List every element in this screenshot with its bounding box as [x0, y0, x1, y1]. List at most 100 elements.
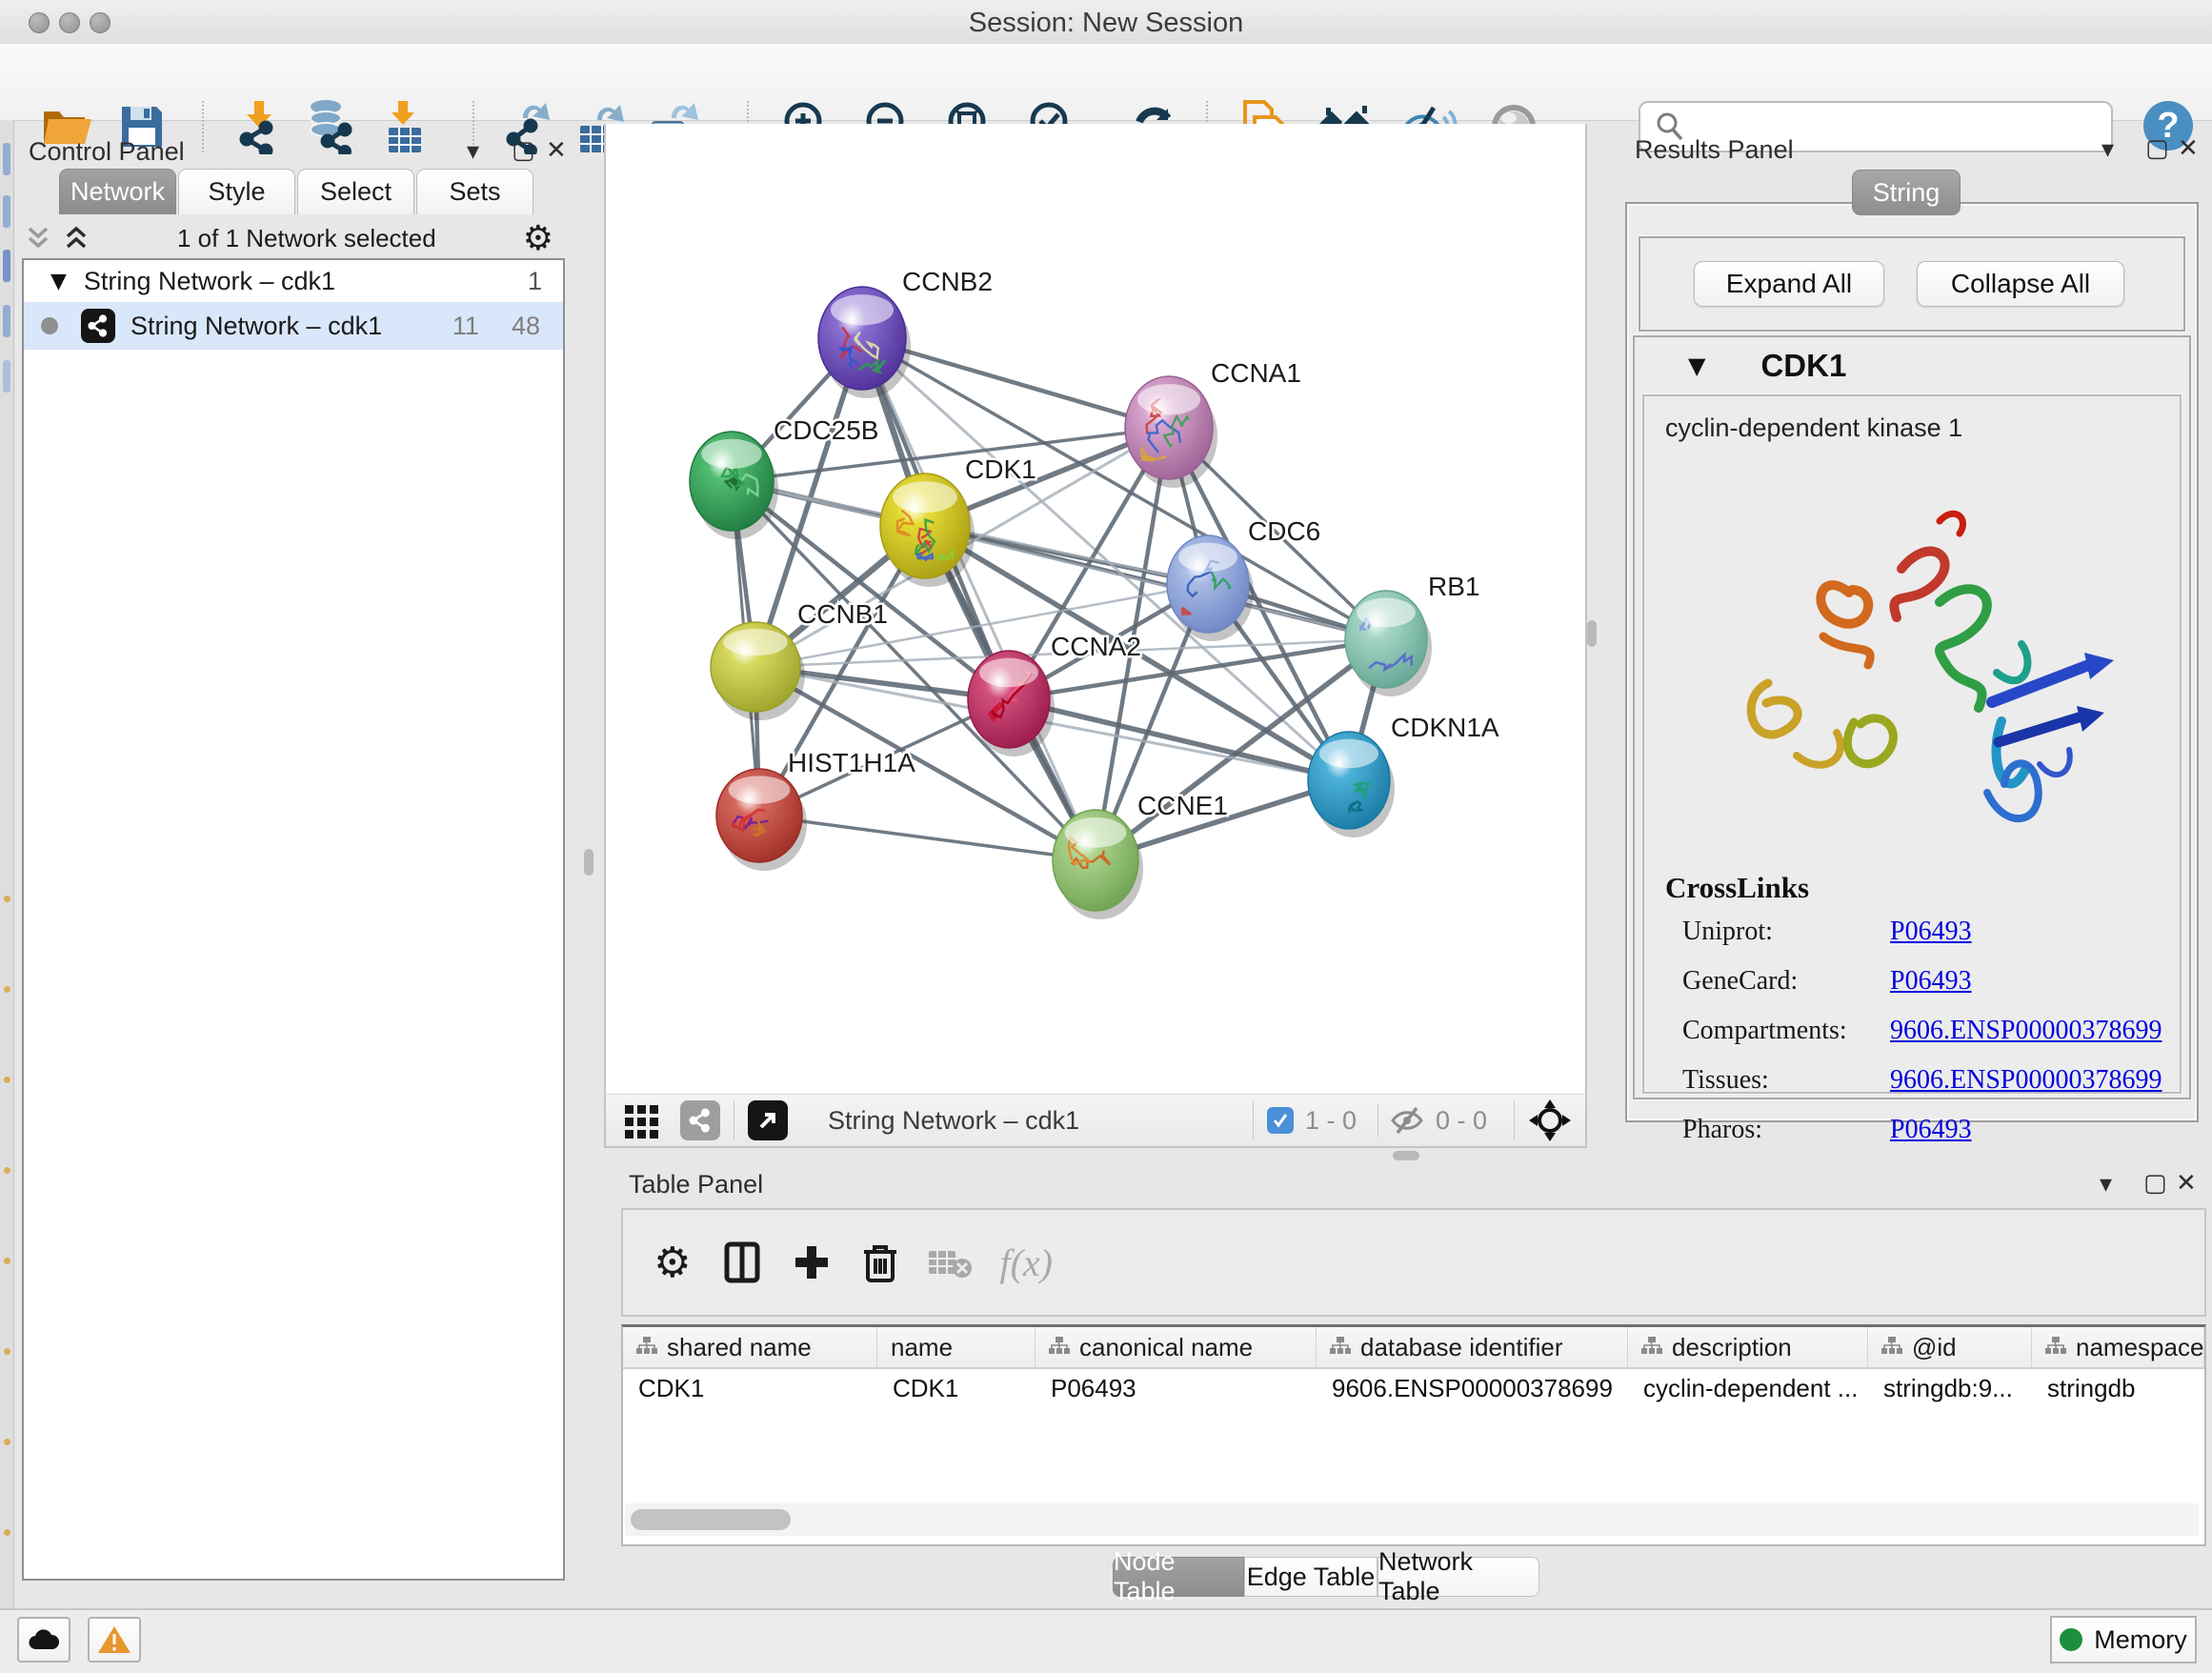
warnings-button[interactable] — [88, 1617, 141, 1663]
table-hscrollbar-thumb[interactable] — [631, 1509, 791, 1530]
gene-collapse-icon[interactable]: ▼ — [1688, 353, 1705, 379]
column-header-description[interactable]: description — [1628, 1327, 1868, 1367]
collapse-all-icon[interactable] — [24, 224, 52, 252]
cloud-status-button[interactable] — [17, 1617, 70, 1663]
crosslink-row: GeneCard:P06493 — [1682, 966, 2168, 997]
crosslink-value[interactable]: 9606.ENSP00000378699 — [1890, 1065, 2162, 1096]
show-columns-icon[interactable] — [723, 1240, 761, 1284]
network-node-hist1h1a[interactable] — [716, 769, 807, 871]
table-row[interactable]: CDK1CDK1P064939606.ENSP00000378699cyclin… — [623, 1369, 2204, 1407]
dock-edge-dot — [4, 1348, 10, 1355]
column-header-shared-name[interactable]: shared name — [623, 1327, 877, 1367]
table-panel-title: Table Panel — [629, 1170, 763, 1199]
selected-nodes-checkbox[interactable] — [1267, 1107, 1294, 1134]
open-in-window-icon[interactable] — [748, 1100, 788, 1140]
memory-label: Memory — [2094, 1625, 2187, 1655]
shared-column-icon — [1881, 1333, 1902, 1362]
network-edge[interactable] — [759, 816, 1096, 860]
tab-select[interactable]: Select — [297, 169, 414, 214]
table-panel-menu-icon[interactable]: ▾ — [2100, 1170, 2112, 1199]
network-node-cdk1[interactable] — [880, 474, 975, 587]
crosslink-label: Compartments: — [1682, 1016, 1890, 1046]
network-node-rb1[interactable] — [1345, 591, 1432, 696]
network-node-cdkn1a[interactable] — [1308, 732, 1395, 837]
tab-sets[interactable]: Sets — [416, 169, 533, 214]
column-header-canonical-name[interactable]: canonical name — [1036, 1327, 1317, 1367]
crosslink-value[interactable]: P06493 — [1890, 917, 1972, 947]
create-column-plus-icon[interactable] — [792, 1242, 832, 1282]
right-splitter-handle[interactable] — [1587, 620, 1597, 647]
control-panel-close-icon[interactable]: ✕ — [546, 135, 567, 165]
results-actions-box: Expand All Collapse All — [1639, 236, 2185, 332]
table-panel-close-icon[interactable]: ✕ — [2176, 1168, 2197, 1198]
results-panel-float-icon[interactable]: ▢ — [2145, 133, 2169, 163]
crosslink-label: GeneCard: — [1682, 966, 1890, 997]
crosslink-row: Tissues:9606.ENSP00000378699 — [1682, 1065, 2168, 1096]
node-label-ccnb1: CCNB1 — [797, 599, 888, 629]
title-bar: Session: New Session — [0, 0, 2212, 45]
dock-edge-mark — [3, 250, 10, 282]
table-panel-toolbar: ⚙ f(x) — [621, 1208, 2206, 1317]
gene-description: cyclin-dependent kinase 1 — [1665, 413, 1962, 443]
network-edge[interactable] — [862, 338, 1096, 860]
network-collection-label: String Network – cdk1 — [84, 267, 335, 296]
network-edge-count: 48 — [512, 312, 540, 341]
delete-column-trash-icon[interactable] — [862, 1240, 898, 1284]
tab-edge-table[interactable]: Edge Table — [1244, 1557, 1377, 1597]
network-options-gear-icon[interactable]: ⚙ — [523, 219, 553, 258]
network-view-canvas[interactable]: CCNB2CCNA1CDC25BCDK1CDC6RB1CCNB1CCNA2CDK… — [604, 124, 1587, 1094]
network-collection-row[interactable]: ▼ String Network – cdk1 1 — [24, 260, 563, 302]
node-label-cdk1: CDK1 — [965, 454, 1036, 484]
center-view-crosshair-icon[interactable] — [1528, 1099, 1572, 1142]
control-panel-float-icon[interactable]: ▢ — [512, 135, 535, 165]
tab-network-table[interactable]: Network Table — [1377, 1557, 1539, 1597]
crosslinks-rows: Uniprot:P06493GeneCard:P06493Compartment… — [1682, 917, 2168, 1164]
shared-column-icon — [2045, 1333, 2066, 1362]
tab-node-table[interactable]: Node Table — [1113, 1557, 1244, 1597]
table-cell: stringdb — [2032, 1369, 2204, 1407]
table-cell: P06493 — [1036, 1369, 1317, 1407]
crosslink-value[interactable]: P06493 — [1890, 966, 1972, 997]
results-panel-close-icon[interactable]: ✕ — [2178, 133, 2199, 163]
table-panel-float-icon[interactable]: ▢ — [2143, 1168, 2167, 1198]
network-node-ccne1[interactable] — [1053, 810, 1143, 919]
memory-button[interactable]: Memory — [2050, 1616, 2197, 1663]
main-toolbar: ? — [0, 44, 2212, 121]
expand-all-icon[interactable] — [62, 224, 90, 252]
table-hscrollbar[interactable] — [625, 1503, 2199, 1536]
collection-expand-icon[interactable]: ▼ — [50, 270, 67, 293]
crosslink-value[interactable]: P06493 — [1890, 1115, 1972, 1145]
node-label-hist1h1a: HIST1H1A — [788, 748, 915, 777]
gene-detail-box: cyclin-dependent kinase 1 — [1642, 394, 2182, 1094]
column-header-database-identifier[interactable]: database identifier — [1317, 1327, 1628, 1367]
string-network-icon — [81, 309, 115, 343]
collapse-all-button[interactable]: Collapse All — [1917, 261, 2124, 307]
table-options-gear-icon[interactable]: ⚙ — [654, 1239, 691, 1287]
results-tab-string[interactable]: String — [1852, 170, 1961, 215]
gene-header-row[interactable]: ▼ CDK1 — [1635, 337, 2189, 394]
toolbar-divider — [1514, 1101, 1515, 1139]
warning-triangle-icon — [97, 1624, 131, 1655]
tab-style[interactable]: Style — [178, 169, 295, 214]
column-header-name[interactable]: name — [877, 1327, 1036, 1367]
memory-status-dot — [2060, 1628, 2082, 1651]
column-header--id[interactable]: @id — [1868, 1327, 2032, 1367]
crosslink-value[interactable]: 9606.ENSP00000378699 — [1890, 1016, 2162, 1046]
function-builder-fx: f(x) — [999, 1240, 1053, 1285]
birdseye-grid-icon[interactable] — [621, 1099, 663, 1141]
left-splitter-handle[interactable] — [584, 849, 593, 876]
gene-name: CDK1 — [1760, 348, 1846, 384]
network-node-ccna1[interactable] — [1125, 376, 1217, 488]
results-panel-menu-icon[interactable]: ▾ — [2101, 135, 2114, 164]
network-row-selected[interactable]: String Network – cdk1 11 48 — [24, 302, 563, 350]
column-header-namespace[interactable]: namespace — [2032, 1327, 2204, 1367]
dock-edge-mark — [3, 360, 10, 393]
shared-column-icon — [1049, 1333, 1070, 1362]
crosslink-row: Compartments:9606.ENSP00000378699 — [1682, 1016, 2168, 1046]
control-panel-menu-icon[interactable]: ▾ — [467, 137, 479, 166]
network-node-ccnb2[interactable] — [818, 287, 911, 398]
expand-all-button[interactable]: Expand All — [1694, 261, 1884, 307]
string-panel-toggle-icon[interactable] — [680, 1100, 720, 1140]
horizontal-splitter-handle[interactable] — [1393, 1151, 1419, 1160]
tab-network[interactable]: Network — [59, 169, 176, 214]
